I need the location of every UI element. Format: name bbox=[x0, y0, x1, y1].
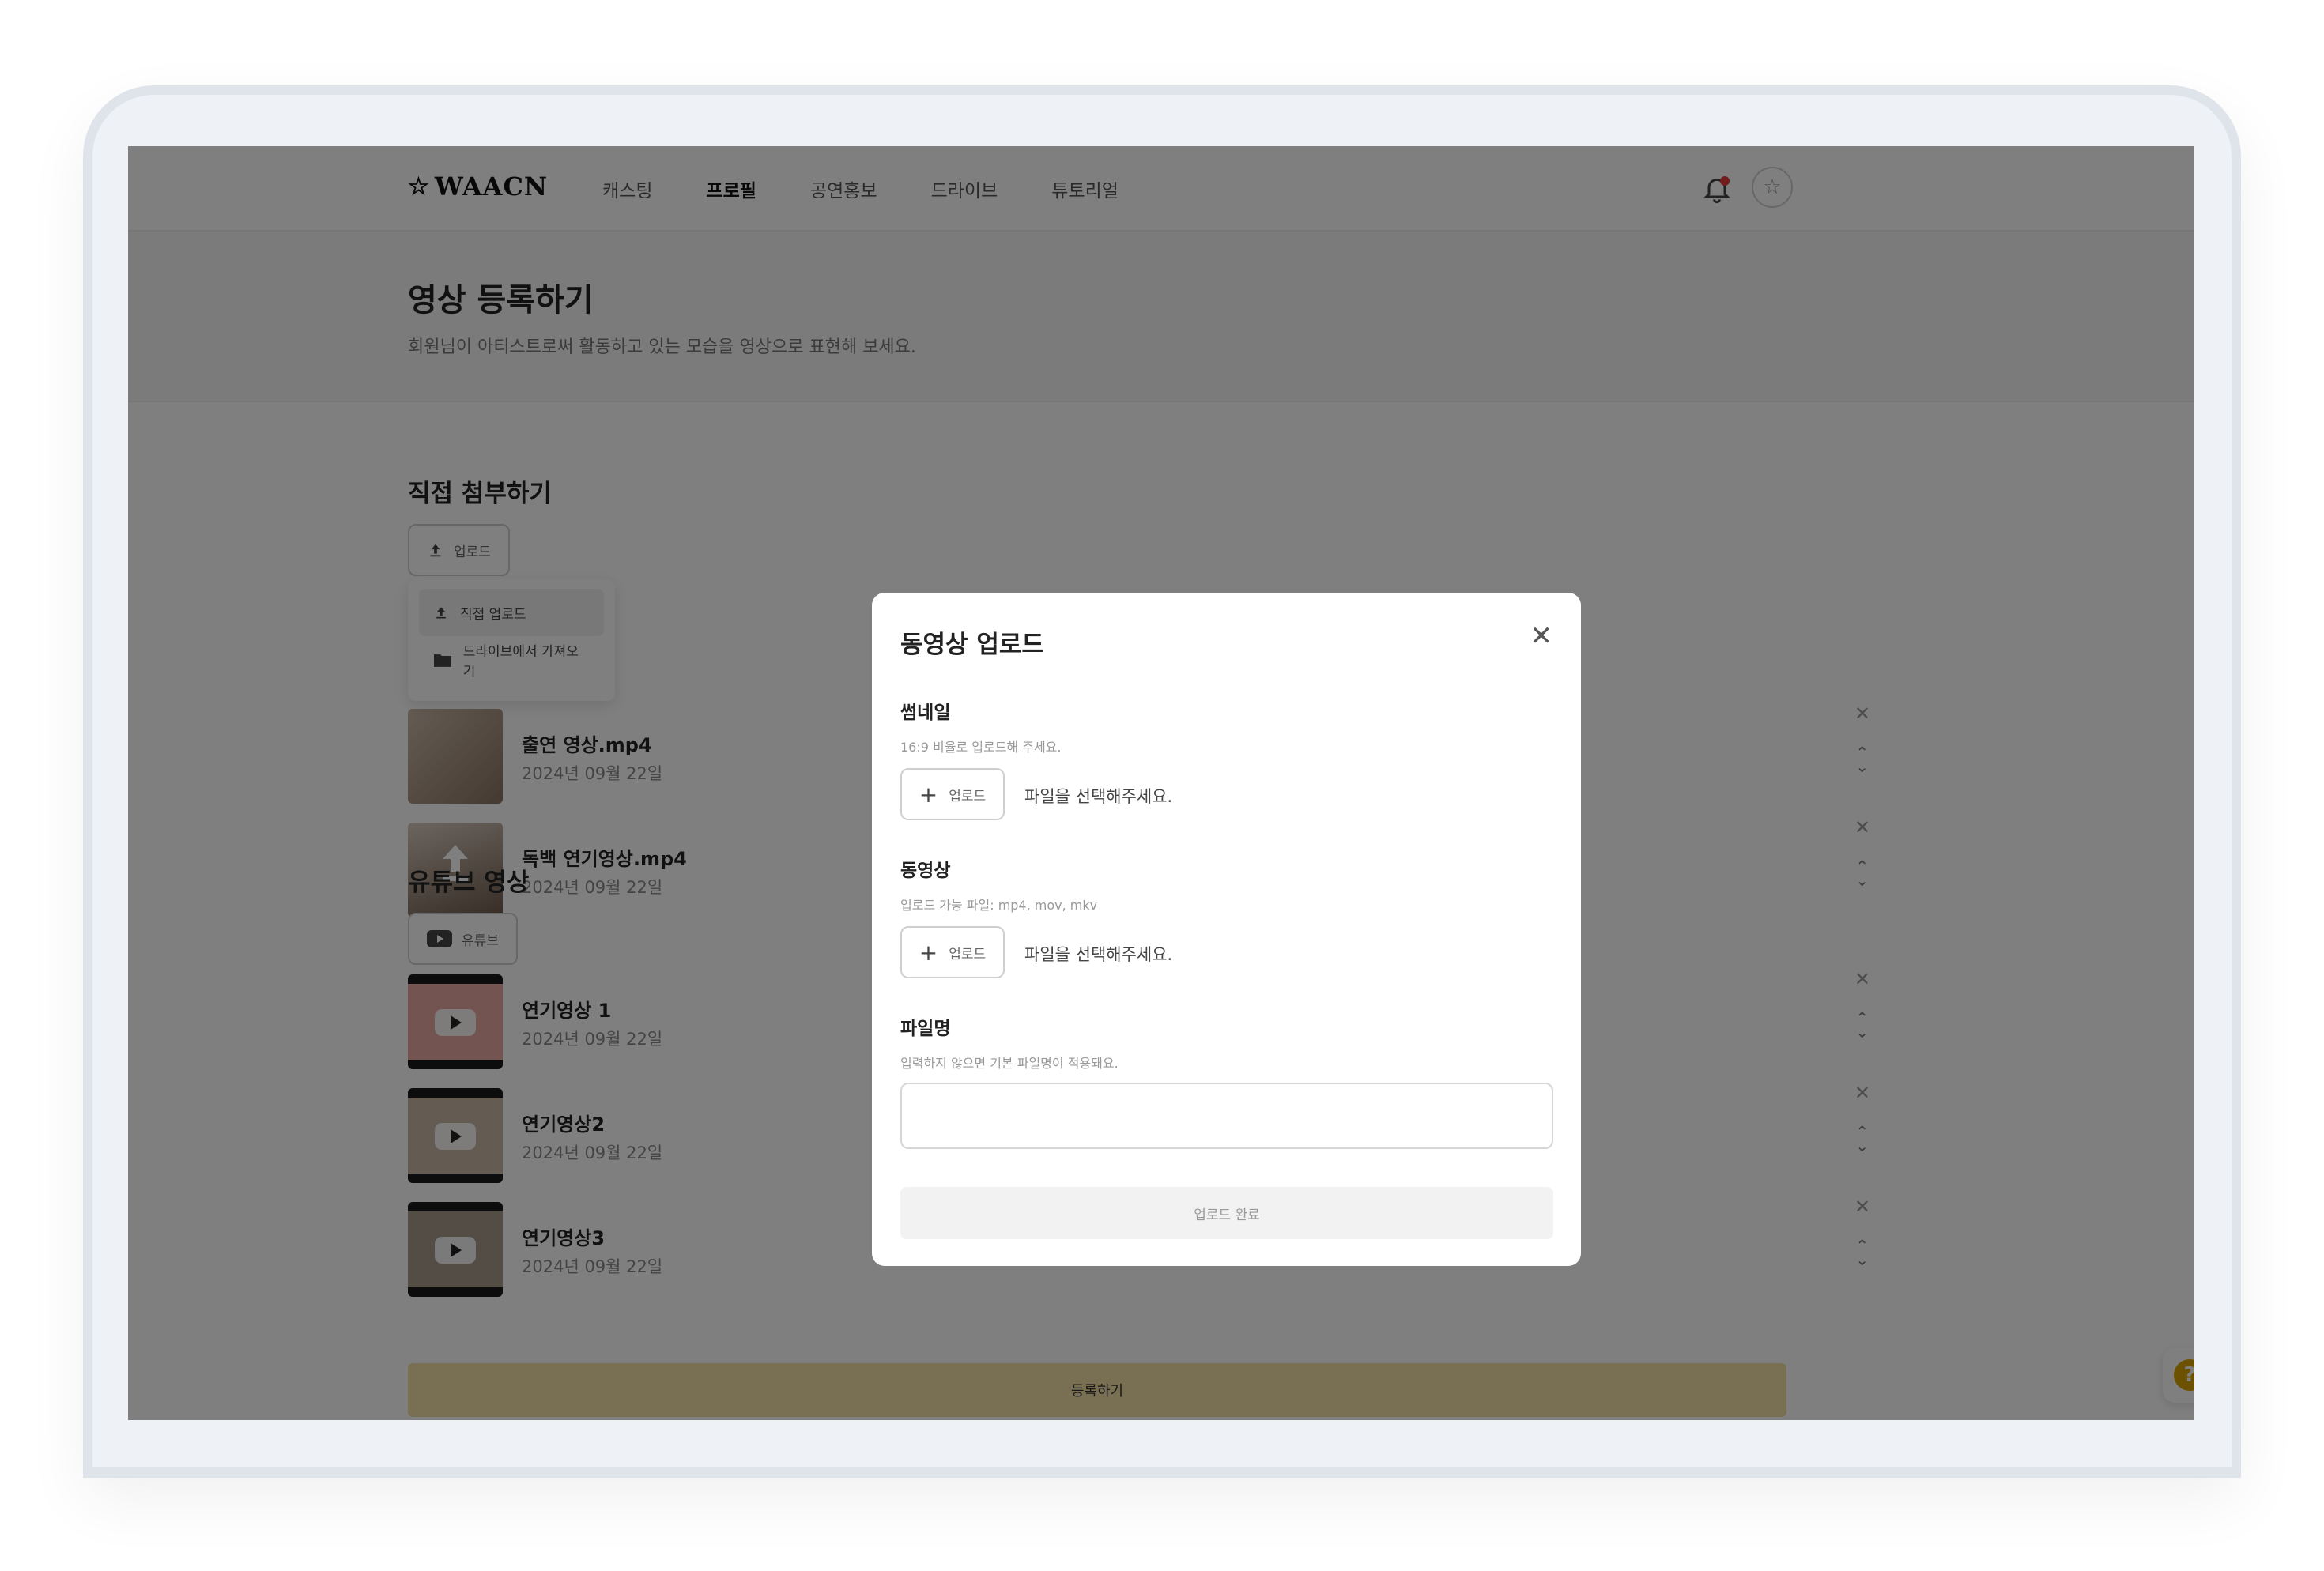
thumbnail-file-status: 파일을 선택해주세요. bbox=[1024, 787, 1173, 806]
video-upload-button[interactable]: + 업로드 bbox=[900, 926, 1005, 978]
thumbnail-label: 썸네일 bbox=[900, 703, 951, 723]
device-frame-bottom bbox=[83, 1467, 2241, 1478]
video-upload-modal: 동영상 업로드 ✕ 썸네일 16:9 비율로 업로드해 주세요. + 업로드 파… bbox=[872, 593, 1581, 1266]
video-hint: 업로드 가능 파일: mp4, mov, mkv bbox=[900, 898, 1098, 913]
upload-complete-button[interactable]: 업로드 완료 bbox=[900, 1187, 1553, 1239]
filename-label: 파일명 bbox=[900, 1019, 951, 1039]
plus-icon: + bbox=[919, 939, 938, 966]
thumbnail-hint: 16:9 비율로 업로드해 주세요. bbox=[900, 740, 1062, 755]
filename-input[interactable] bbox=[900, 1083, 1553, 1149]
plus-icon: + bbox=[919, 781, 938, 808]
thumbnail-upload-label: 업로드 bbox=[949, 788, 987, 804]
app-screen: ☆ WAACN 캐스팅 프로필 공연홍보 드라이브 튜토리얼 ☆ 영상 등록하기… bbox=[128, 146, 2194, 1420]
video-label: 동영상 bbox=[900, 861, 951, 881]
thumbnail-upload-button[interactable]: + 업로드 bbox=[900, 768, 1005, 820]
close-icon[interactable]: ✕ bbox=[1530, 623, 1553, 650]
video-upload-label: 업로드 bbox=[949, 946, 987, 963]
modal-title: 동영상 업로드 bbox=[900, 631, 1044, 659]
filename-hint: 입력하지 않으면 기본 파일명이 적용돼요. bbox=[900, 1056, 1119, 1071]
video-file-status: 파일을 선택해주세요. bbox=[1024, 945, 1173, 964]
